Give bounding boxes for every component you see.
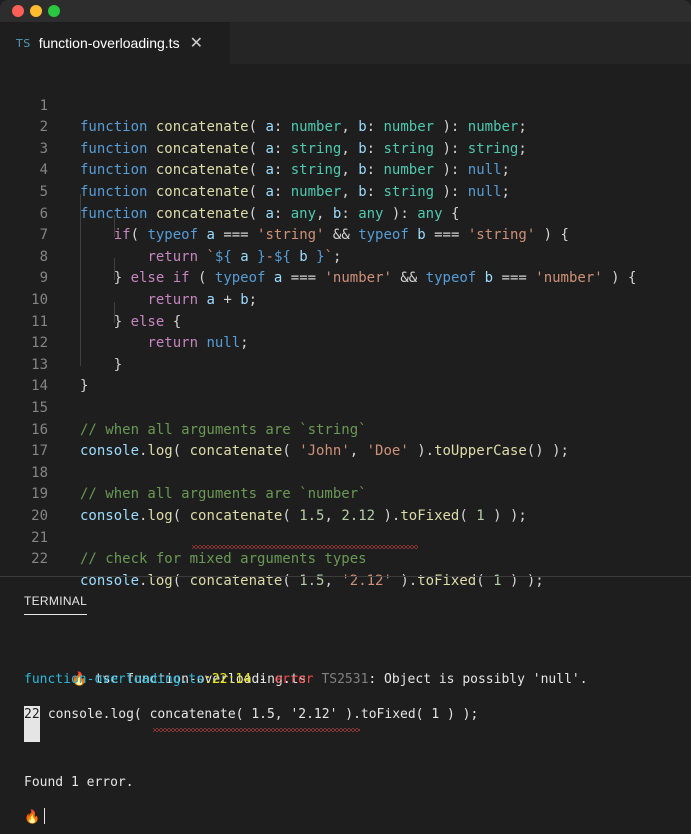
code-editor[interactable]: 1 function concatenate( a: number, b: nu… [0,64,691,589]
code-line: 3 function concatenate( a: string, b: nu… [0,117,691,179]
tab-terminal[interactable]: TERMINAL [24,594,88,615]
code-line: 6 if( typeof a === 'string' && typeof b … [0,182,691,244]
code-line: 8 } else if ( typeof a === 'number' && t… [0,225,691,287]
code-line: 20 [0,484,691,524]
code-comment: // check for mixed arguments types [80,551,367,568]
code-line: 12 } [0,312,691,373]
tab-bar: TS function-overloading.ts ✕ [0,22,691,64]
error-squiggle [192,545,418,549]
error-code: TS2531 [321,672,369,687]
code-line: 4 function concatenate( a: number, b: st… [0,139,691,200]
terminal-summary: Found 1 error. [24,775,134,790]
editor-window: TS function-overloading.ts ✕ 1 function … [0,0,691,834]
code-line: 18 // when all arguments are `number` [0,441,691,503]
snippet-code: console.log( concatenate( 1.5, '2.12' ).… [40,707,479,722]
code-line: 2 function concatenate( a: string, b: st… [0,96,691,157]
error-separator: - [250,672,275,687]
tab-title: function-overloading.ts [38,35,180,51]
terminal-error-squiggle [153,728,360,732]
minimize-window-button[interactable] [30,5,42,17]
error-file: function-overloading.ts [24,672,205,687]
code-line: 5 function concatenate( a: any, b: any )… [0,160,691,222]
close-tab-icon[interactable]: ✕ [190,35,203,51]
terminal-error-line: function-overloading.ts:22:14 - error TS… [24,671,588,688]
terminal-snippet-line: 22 console.log( concatenate( 1.5, '2.12'… [24,706,478,742]
typescript-file-icon: TS [16,36,31,50]
title-bar [0,0,691,22]
close-window-button[interactable] [12,5,24,17]
code-line: 19 console.log( concatenate( 1.5, 2.12 )… [0,463,691,524]
terminal-cursor [44,808,46,824]
error-message: : Object is possibly 'null'. [368,672,588,687]
code-line: 11 return null; [0,290,691,352]
code-line: 16 console.log( concatenate( 'John', 'Do… [0,398,691,460]
terminal-prompt-line: 🔥 [24,808,46,826]
code-line: 7 return `${ a }-${ b }`; [0,204,691,265]
code-line: 21 // check for mixed arguments types [0,506,691,568]
tab-function-overloading[interactable]: TS function-overloading.ts ✕ [0,22,230,64]
code-line: 13 } [0,333,691,395]
zoom-window-button[interactable] [48,5,60,17]
snippet-line-number: 22 [24,706,40,742]
code-line: 14 [0,355,691,394]
error-location: :22:14 [204,672,251,687]
line-number: 22 [31,551,48,568]
code-line: 1 function concatenate( a: number, b: nu… [0,74,691,136]
error-label: error [274,672,314,687]
code-line: 15 // when all arguments are `string` [0,376,691,438]
terminal[interactable]: 🔥 tsc function-overloading.ts function-o… [0,617,691,834]
panel-header: TERMINAL [0,577,691,617]
code-line: 17 [0,420,691,459]
fire-prompt-icon: 🔥 [24,810,41,825]
code-line: 10 } else { [0,268,691,330]
code-line: 9 return a + b; [0,247,691,308]
